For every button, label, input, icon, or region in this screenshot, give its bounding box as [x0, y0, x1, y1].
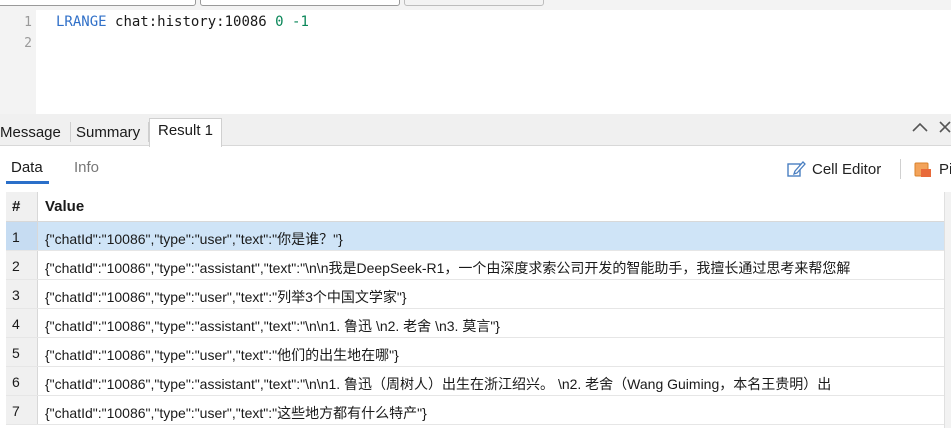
tab-summary[interactable]: Summary [76, 120, 140, 146]
editor-tab[interactable] [404, 0, 544, 6]
result-subtabs: Data Info Cell Editor Pi [0, 147, 951, 187]
table-row[interactable]: 2 {"chatId":"10086","type":"assistant","… [6, 251, 946, 280]
line-number: 1 [24, 15, 32, 30]
line-number: 2 [24, 36, 32, 51]
value-cell[interactable]: {"chatId":"10086","type":"user","text":"… [38, 280, 946, 308]
editor-tab[interactable] [0, 0, 196, 6]
column-header-value[interactable]: Value [38, 192, 946, 221]
value-cell[interactable]: {"chatId":"10086","type":"assistant","te… [38, 251, 946, 279]
vertical-scrollbar[interactable] [944, 192, 951, 428]
row-index-cell[interactable]: 4 [6, 309, 38, 337]
key-argument: chat:history:10086 [115, 14, 267, 30]
table-row[interactable]: 3 {"chatId":"10086","type":"user","text"… [6, 280, 946, 309]
value-cell[interactable]: {"chatId":"10086","type":"user","text":"… [38, 396, 946, 424]
code-line[interactable]: LRANGE chat:history:10086 0 -1 [56, 14, 309, 30]
tab-message[interactable]: Message [0, 120, 61, 146]
tab-result-1[interactable]: Result 1 [149, 118, 223, 147]
close-panel-icon[interactable] [938, 120, 951, 139]
start-argument: 0 [275, 14, 284, 30]
table-row[interactable]: 1 {"chatId":"10086","type":"user","text"… [6, 222, 946, 251]
collapse-panel-icon[interactable] [911, 120, 929, 139]
tab-info[interactable]: Info [74, 159, 99, 176]
row-index-cell[interactable]: 1 [6, 222, 38, 250]
value-cell[interactable]: {"chatId":"10086","type":"user","text":"… [38, 338, 946, 366]
row-index-cell[interactable]: 6 [6, 367, 38, 395]
edit-icon [786, 159, 806, 179]
stop-argument: -1 [292, 14, 309, 30]
result-panel-tabs: Message Summary Result 1 [0, 114, 951, 147]
tab-divider [70, 122, 71, 142]
table-row[interactable]: 5 {"chatId":"10086","type":"user","text"… [6, 338, 946, 367]
row-index-cell[interactable]: 5 [6, 338, 38, 366]
result-grid: # Value 1 {"chatId":"10086","type":"user… [0, 192, 951, 428]
editor-tab-strip [0, 0, 951, 10]
row-index-cell[interactable]: 3 [6, 280, 38, 308]
table-row[interactable]: 6 {"chatId":"10086","type":"assistant","… [6, 367, 946, 396]
active-tab-indicator [6, 181, 49, 184]
table-row[interactable]: 7 {"chatId":"10086","type":"user","text"… [6, 396, 946, 425]
line-number-gutter: 1 2 [0, 10, 36, 114]
value-cell[interactable]: {"chatId":"10086","type":"assistant","te… [38, 309, 946, 337]
value-cell[interactable]: {"chatId":"10086","type":"user","text":"… [38, 222, 946, 250]
cell-editor-button[interactable]: Cell Editor [786, 157, 881, 181]
tab-data[interactable]: Data [11, 159, 43, 176]
command-keyword: LRANGE [56, 14, 107, 30]
query-editor[interactable]: 1 2 LRANGE chat:history:10086 0 -1 [0, 10, 951, 114]
toolbar-divider [900, 159, 901, 179]
value-cell[interactable]: {"chatId":"10086","type":"assistant","te… [38, 367, 946, 395]
row-index-cell[interactable]: 7 [6, 396, 38, 424]
row-index-cell[interactable]: 2 [6, 251, 38, 279]
pin-icon [913, 159, 933, 179]
pin-button[interactable]: Pi [913, 157, 951, 181]
table-row[interactable]: 4 {"chatId":"10086","type":"assistant","… [6, 309, 946, 338]
pin-label: Pi [939, 160, 951, 178]
editor-tab[interactable] [200, 0, 400, 6]
cell-editor-label: Cell Editor [812, 160, 882, 178]
column-header-index[interactable]: # [6, 192, 38, 221]
grid-header-row: # Value [6, 192, 946, 222]
